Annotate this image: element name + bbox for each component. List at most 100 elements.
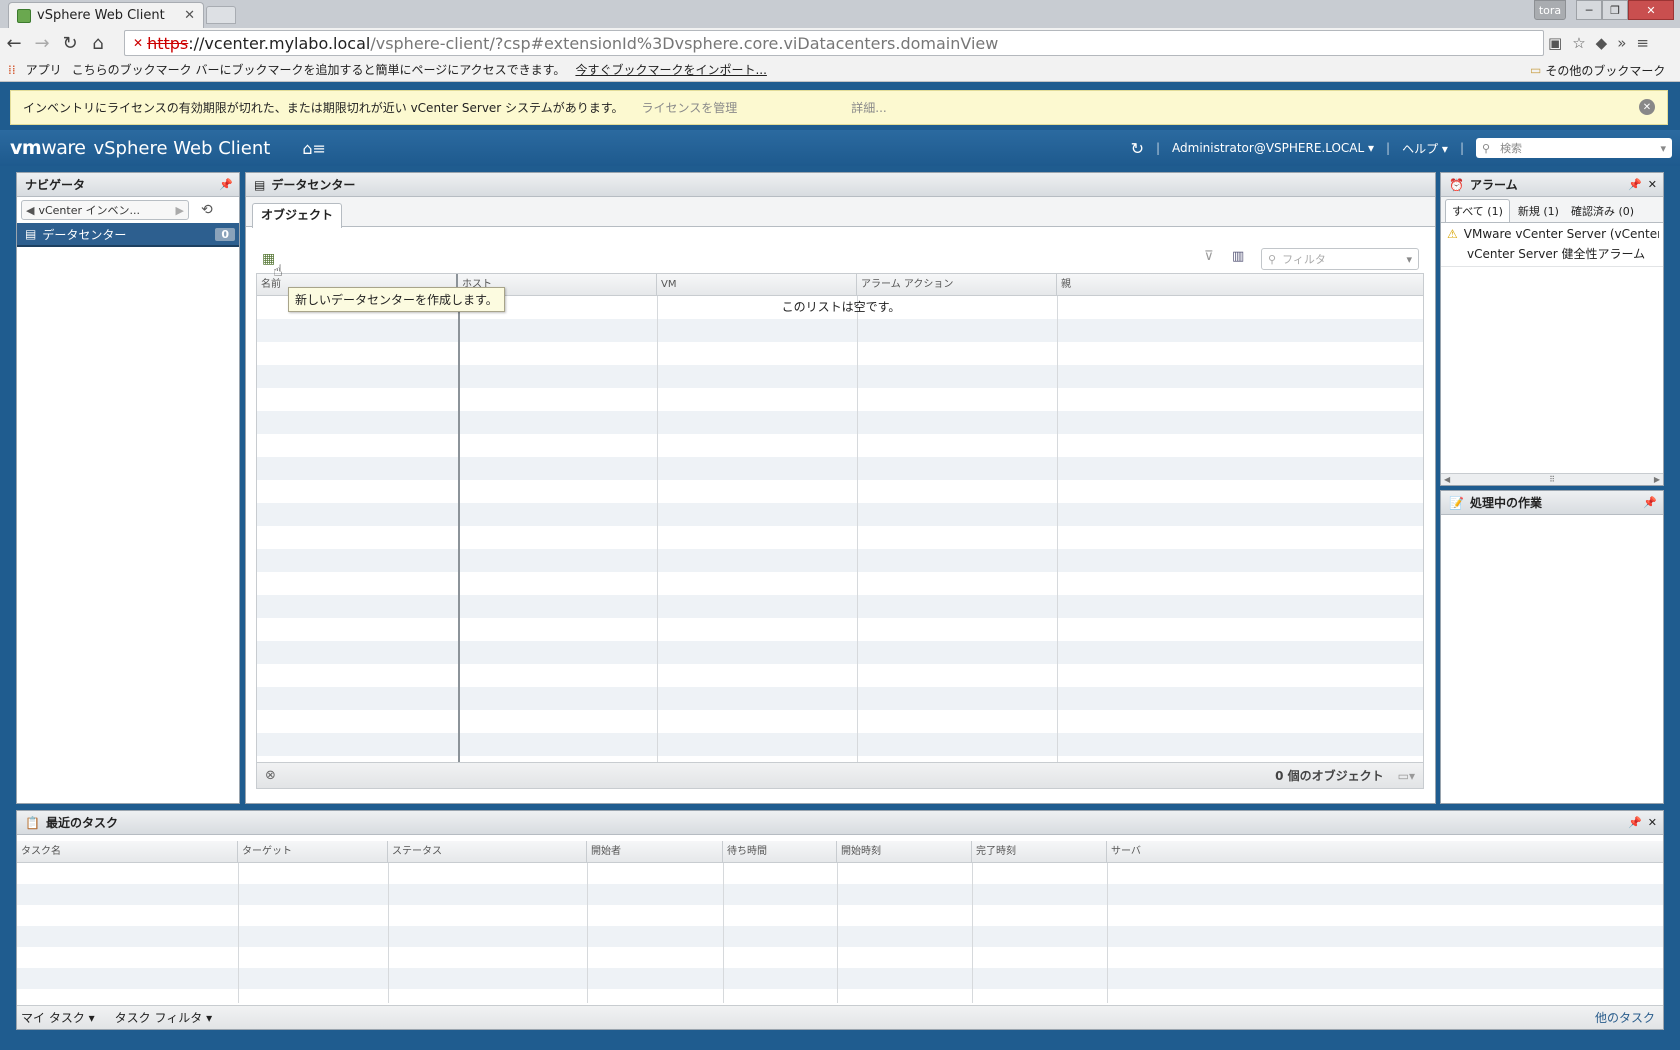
other-bookmarks[interactable]: ▭ その他のブックマーク bbox=[1530, 61, 1665, 79]
col-parent[interactable]: 親 bbox=[1057, 274, 1423, 295]
scroll-left-icon[interactable]: ◀ bbox=[1444, 475, 1450, 484]
apps-icon[interactable]: ⁞⁞ bbox=[8, 63, 16, 77]
alarm-clock-icon: ⏰ bbox=[1449, 177, 1464, 192]
user-menu[interactable]: Administrator@VSPHERE.LOCAL ▾ bbox=[1172, 141, 1374, 155]
scroll-thumb-grip[interactable]: ⠿ bbox=[1549, 475, 1555, 484]
forward-icon[interactable]: → bbox=[28, 29, 56, 57]
chevron-down-icon[interactable]: ▾ bbox=[1406, 253, 1412, 266]
grid-row bbox=[257, 641, 1423, 664]
grid-row bbox=[257, 480, 1423, 503]
binoculars-icon[interactable]: ⊗ bbox=[265, 768, 276, 783]
grid-row bbox=[257, 756, 1423, 762]
col-start-time[interactable]: 開始時刻 bbox=[837, 841, 972, 862]
browser-tab[interactable]: vSphere Web Client ✕ bbox=[8, 2, 204, 28]
window-close-icon[interactable]: ✕ bbox=[1628, 0, 1674, 20]
tab-bar: オブジェクト bbox=[246, 197, 1435, 228]
import-bookmarks-link[interactable]: 今すぐブックマークをインポート... bbox=[575, 61, 766, 78]
task-filter-menu[interactable]: タスク フィルタ ▾ bbox=[115, 1009, 212, 1026]
export-menu-icon[interactable]: ▭▾ bbox=[1398, 769, 1415, 783]
tasks-header: 📋 最近のタスク 📌 ✕ bbox=[17, 811, 1663, 835]
work-header: 📝 処理中の作業 📌 bbox=[1441, 491, 1663, 515]
chevron-right-icon[interactable]: ▶ bbox=[176, 204, 184, 217]
tab-new[interactable]: 新規 (1) bbox=[1510, 200, 1567, 222]
notice-close-icon[interactable]: ✕ bbox=[1639, 99, 1655, 115]
grid-footer: ⊗ 0 個のオブジェクト ▭▾ bbox=[256, 763, 1424, 789]
details-link[interactable]: 詳細... bbox=[851, 99, 886, 116]
export-icon[interactable]: ▥ bbox=[1232, 249, 1244, 264]
alarm-item[interactable]: ⚠ VMware vCenter Server (vCenter... vCent… bbox=[1441, 223, 1663, 267]
alarms-panel: ⏰ アラーム 📌 ✕ すべて (1) 新規 (1) 確認済み (0) ⚠ VMwa… bbox=[1440, 172, 1664, 486]
navigator-item-label: データセンター bbox=[42, 227, 127, 242]
navigator-item-datacenters[interactable]: ▤ データセンター 0 bbox=[17, 223, 239, 247]
more-tasks-link[interactable]: 他のタスク bbox=[1595, 1009, 1655, 1026]
browser-tabstrip bbox=[0, 0, 1680, 28]
vmware-logo: vmware bbox=[10, 137, 86, 159]
overflow-icon[interactable]: » bbox=[1617, 34, 1626, 52]
col-initiator[interactable]: 開始者 bbox=[587, 841, 723, 862]
pocket-icon[interactable]: ◆ bbox=[1596, 34, 1608, 52]
close-icon[interactable]: ✕ bbox=[184, 8, 195, 23]
translate-icon[interactable]: ▣ bbox=[1548, 34, 1562, 52]
chevron-down-icon[interactable]: ▾ bbox=[1660, 142, 1666, 155]
warning-icon: ⚠ bbox=[1447, 227, 1458, 241]
close-icon[interactable]: ✕ bbox=[1648, 178, 1657, 191]
col-alarm-actions[interactable]: アラーム アクション bbox=[857, 274, 1057, 295]
star-icon[interactable]: ☆ bbox=[1572, 34, 1585, 52]
help-menu[interactable]: ヘルプ ▾ bbox=[1402, 140, 1448, 157]
home-icon[interactable]: ⌂ bbox=[84, 29, 112, 57]
task-row bbox=[17, 863, 1663, 884]
global-search[interactable]: ⚲ 検索 ▾ bbox=[1476, 138, 1672, 158]
reload-icon[interactable]: ↻ bbox=[56, 29, 84, 57]
scroll-right-icon[interactable]: ▶ bbox=[1654, 475, 1660, 484]
close-icon[interactable]: ✕ bbox=[1648, 816, 1657, 829]
task-row bbox=[17, 947, 1663, 968]
chevron-left-icon: ◀ bbox=[26, 203, 35, 217]
refresh-icon[interactable]: ↻ bbox=[1131, 139, 1144, 158]
back-icon[interactable]: ← bbox=[0, 29, 28, 57]
pin-icon[interactable]: 📌 bbox=[219, 178, 233, 191]
pin-icon[interactable]: 📌 bbox=[1628, 816, 1642, 829]
col-status[interactable]: ステータス bbox=[388, 841, 587, 862]
col-queued-for[interactable]: 待ち時間 bbox=[723, 841, 837, 862]
col-divider bbox=[458, 296, 460, 762]
col-completion-time[interactable]: 完了時刻 bbox=[972, 841, 1107, 862]
object-count: 0 個のオブジェクト bbox=[1275, 769, 1384, 783]
navigator-history: ◀ vCenter インベン... ▶ ⟲ bbox=[17, 197, 239, 223]
task-filter-label: タスク フィルタ bbox=[114, 1011, 203, 1025]
home-menu-icon[interactable]: ⌂≡ bbox=[302, 139, 326, 158]
url-host: ://vcenter.mylabo.local bbox=[188, 33, 371, 53]
maximize-icon[interactable]: ❐ bbox=[1602, 0, 1628, 20]
grid-row bbox=[257, 572, 1423, 595]
menu-icon[interactable]: ≡ bbox=[1636, 34, 1649, 52]
col-task-name[interactable]: タスク名 bbox=[17, 841, 238, 862]
tab-objects[interactable]: オブジェクト bbox=[252, 203, 343, 228]
col-server[interactable]: サーバ bbox=[1107, 841, 1663, 862]
search-placeholder: 検索 bbox=[1500, 142, 1523, 155]
pin-icon[interactable]: 📌 bbox=[1628, 178, 1642, 191]
tab-all[interactable]: すべて (1) bbox=[1445, 199, 1510, 222]
tab-acknowledged[interactable]: 確認済み (0) bbox=[1567, 200, 1638, 222]
apps-link[interactable]: アプリ bbox=[26, 61, 62, 78]
divider: | bbox=[1386, 141, 1391, 155]
filter-input[interactable]: ⚲ フィルタ ▾ bbox=[1261, 248, 1419, 270]
alarm-scrollbar[interactable]: ◀ ⠿ ▶ bbox=[1441, 473, 1663, 485]
new-tab-button[interactable] bbox=[206, 6, 236, 24]
pin-icon[interactable]: 📌 bbox=[1643, 496, 1657, 509]
alarms-title: アラーム bbox=[1469, 178, 1518, 192]
filter-placeholder: フィルタ bbox=[1282, 253, 1326, 266]
navigator-back-button[interactable]: ◀ vCenter インベン... ▶ bbox=[21, 200, 189, 220]
minimize-icon[interactable]: ─ bbox=[1576, 0, 1602, 20]
history-icon[interactable]: ⟲ bbox=[201, 202, 213, 218]
folder-icon: ▭ bbox=[1530, 63, 1542, 77]
col-target[interactable]: ターゲット bbox=[238, 841, 388, 862]
address-bar[interactable]: ✕ https ://vcenter.mylabo.local /vsphere… bbox=[124, 30, 1544, 56]
clear-filter-icon[interactable]: ⊽ bbox=[1204, 249, 1214, 264]
work-in-progress-panel: 📝 処理中の作業 📌 bbox=[1440, 490, 1664, 804]
manage-license-link[interactable]: ライセンスを管理 bbox=[642, 99, 738, 116]
grid-row bbox=[257, 733, 1423, 756]
user-label: Administrator@VSPHERE.LOCAL bbox=[1172, 141, 1365, 155]
my-tasks-label: マイ タスク bbox=[21, 1011, 85, 1025]
user-badge[interactable]: tora bbox=[1534, 0, 1566, 20]
my-tasks-menu[interactable]: マイ タスク ▾ bbox=[21, 1009, 95, 1026]
col-vms[interactable]: VM bbox=[657, 274, 857, 295]
